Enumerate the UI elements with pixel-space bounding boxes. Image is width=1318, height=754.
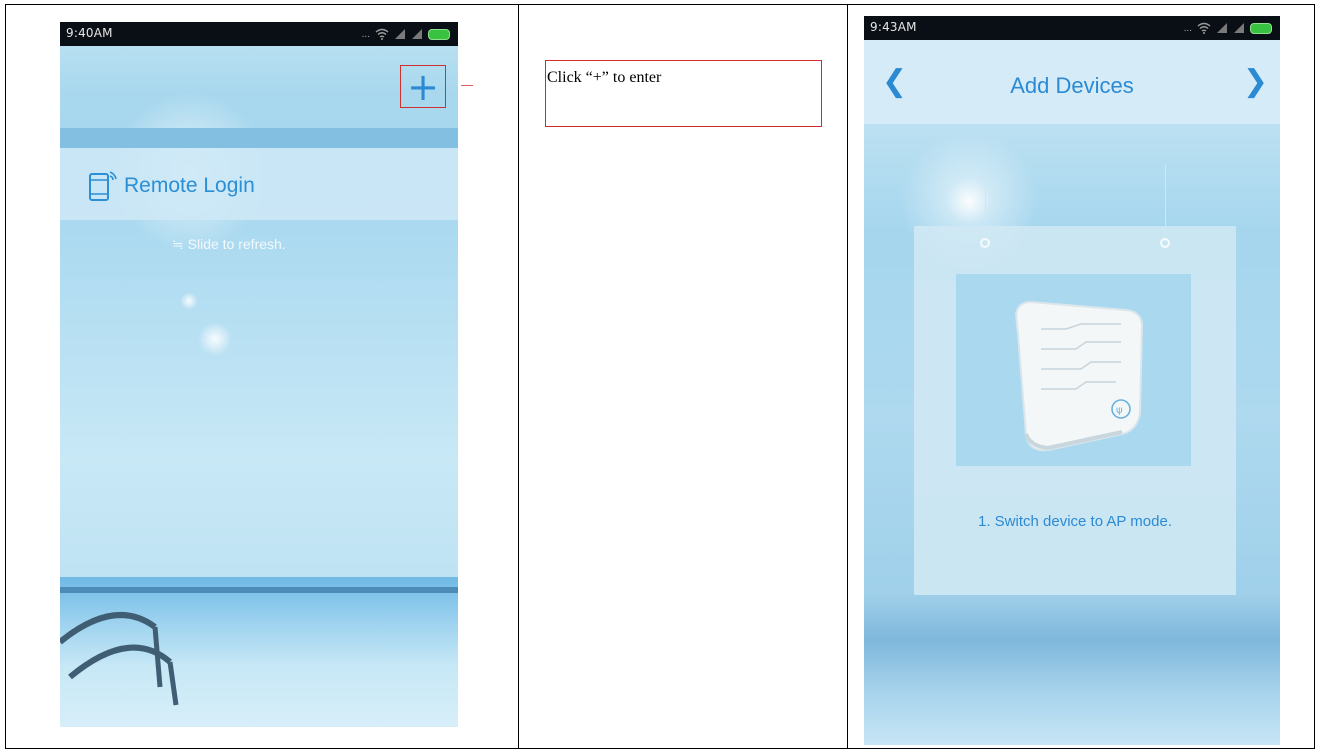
signal-icon [1217,23,1227,33]
battery-icon [428,28,450,40]
annotation-text: Click “+” to enter [547,69,662,86]
lens-flare [180,292,198,310]
add-devices-screen: 9:43AM ... ❮ Add Devices ❯ ψ 1. Switch d… [864,16,1280,745]
slide-refresh-text: Slide to refresh. [187,236,286,252]
device-image: ψ [956,274,1191,466]
remote-device-icon [89,171,117,201]
remote-login-row[interactable] [60,148,458,220]
hook-icon [1160,238,1170,248]
plus-icon: + [407,65,439,109]
wifi-icon [1197,22,1211,34]
signal-icon [395,29,405,39]
wifi-icon [375,28,389,40]
slide-refresh-hint: ≒ Slide to refresh. [172,236,286,253]
hook-icon [980,238,990,248]
lens-flare [198,322,232,356]
step-caption: 1. Switch device to AP mode. [978,513,1172,530]
smart-switch-icon: ψ [1014,300,1144,452]
signal-icon [1234,23,1244,33]
add-device-button[interactable]: + [400,65,446,108]
table-divider-2 [847,5,848,748]
status-time: 9:43AM [870,20,917,34]
pool-ladder-image [60,612,179,706]
dots-icon: ... [1183,22,1192,34]
page-title: Add Devices [1010,73,1134,98]
signal-icon [412,29,422,39]
header-divider [60,128,458,148]
home-screen: 9:40AM ... + Remote Login ≒ Slide to ref… [60,22,458,727]
status-time: 9:40AM [66,26,113,40]
pointer-line [461,85,473,86]
chevron-right-icon[interactable]: ❯ [1243,64,1268,99]
status-icons: ... [362,27,450,41]
svg-text:ψ: ψ [1116,405,1123,416]
battery-icon [1250,22,1272,34]
dots-icon: ... [361,28,370,40]
table-divider-1 [518,5,519,748]
status-bar: 9:40AM ... [60,22,458,46]
pool-background [864,595,1280,745]
double-chevron-down-icon: ≒ [172,236,188,252]
remote-login-label: Remote Login [124,174,255,197]
status-bar: 9:43AM ... [864,16,1280,40]
status-icons: ... [1184,21,1272,35]
